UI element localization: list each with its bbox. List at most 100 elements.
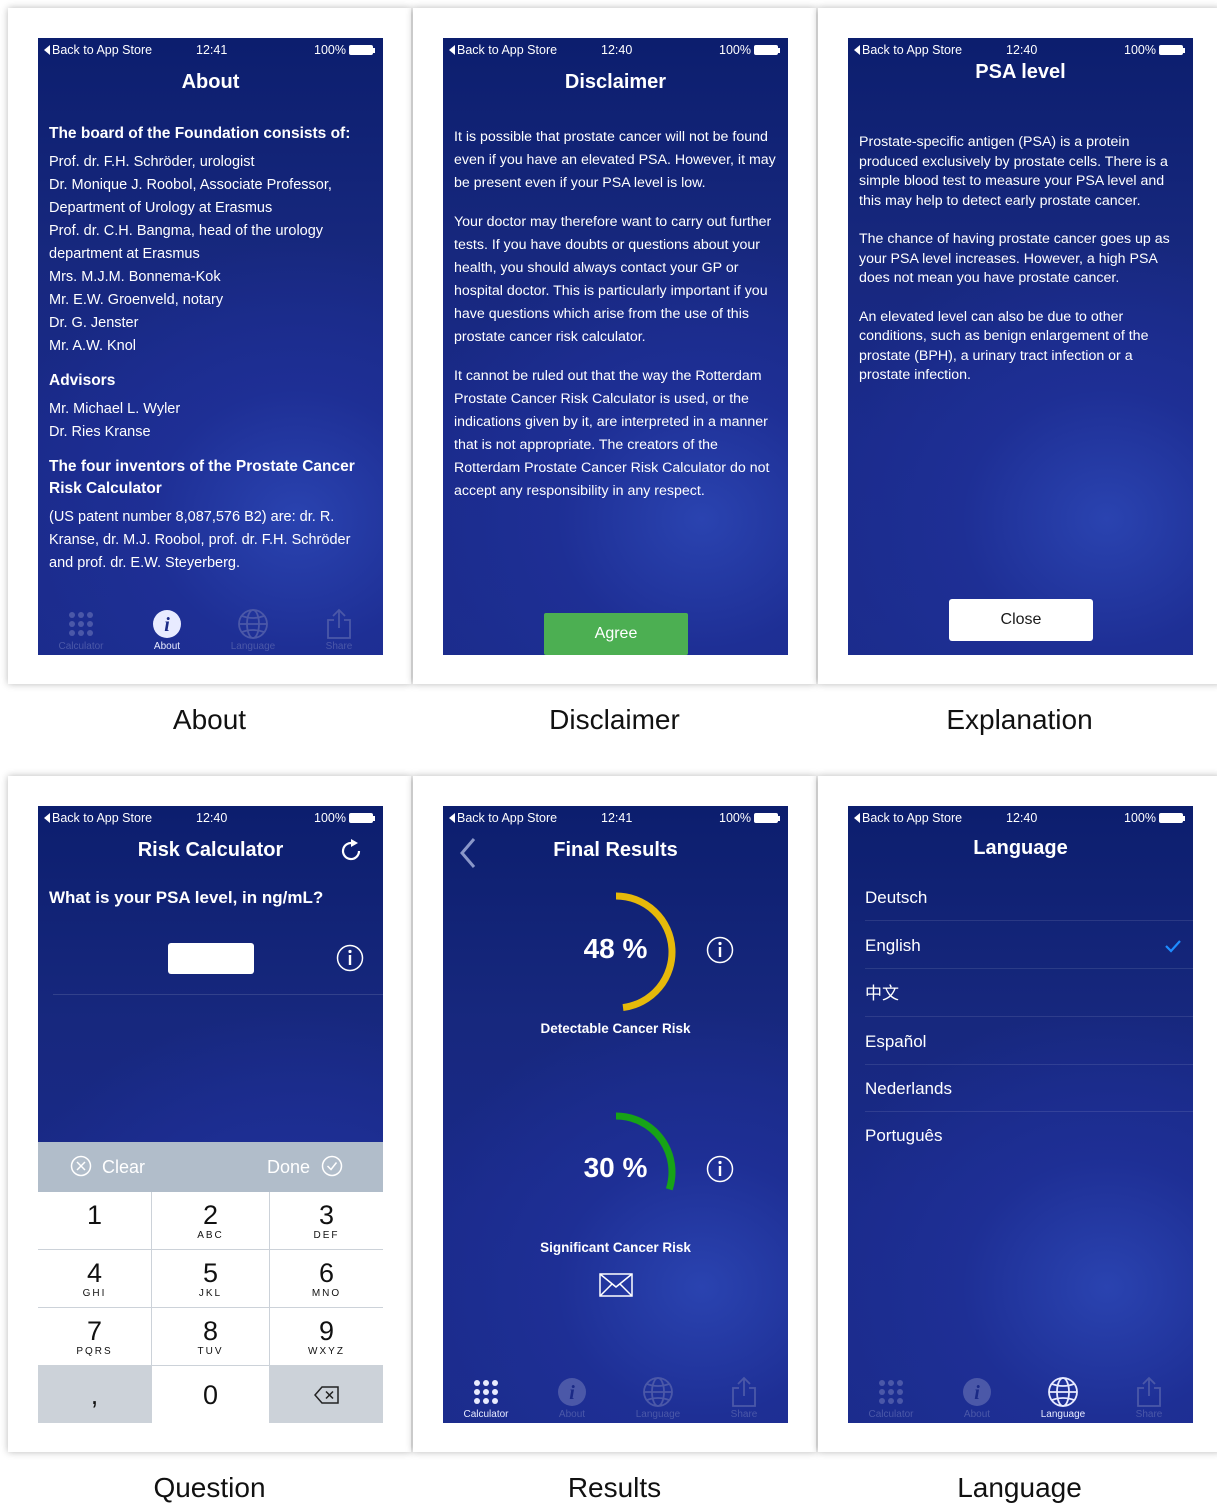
close-button[interactable]: Close bbox=[949, 599, 1093, 641]
key-6[interactable]: 6 MNO bbox=[270, 1250, 383, 1307]
info-icon[interactable] bbox=[706, 1155, 734, 1183]
tab-share[interactable]: Share bbox=[296, 607, 382, 652]
status-time: 12:41 bbox=[196, 43, 228, 57]
disclaimer-paragraph: Your doctor may therefore want to carry … bbox=[454, 214, 772, 345]
caption-disclaimer: Disclaimer bbox=[549, 704, 680, 735]
status-bar: Back to App Store 12:41 100% bbox=[443, 806, 788, 828]
board-heading: The board of the Foundation consists of: bbox=[49, 125, 351, 142]
page-title: Final Results bbox=[553, 839, 678, 861]
tab-calculator[interactable]: Calculator bbox=[848, 1375, 934, 1420]
language-option[interactable]: Deutsch bbox=[865, 874, 1193, 921]
battery-indicator: 100% bbox=[314, 811, 375, 825]
mail-icon[interactable] bbox=[599, 1273, 633, 1297]
key-2[interactable]: 2 ABC bbox=[152, 1192, 269, 1249]
clear-icon bbox=[70, 1155, 92, 1177]
reset-icon[interactable] bbox=[338, 838, 364, 864]
info-icon: i bbox=[963, 1378, 991, 1406]
results-screen: Back to App Store 12:41 100% Final Resul… bbox=[443, 806, 788, 1423]
key-7[interactable]: 7 PQRS bbox=[38, 1308, 151, 1365]
battery-icon bbox=[349, 45, 373, 55]
numeric-keypad: 1 2 ABC 3 DEF 4 GHI 5 JKL 6 MNO 7 PQRS 8 TUV 9W… bbox=[38, 1192, 383, 1423]
language-option[interactable]: Nederlands bbox=[865, 1065, 1193, 1112]
key-4[interactable]: 4 GHI bbox=[38, 1250, 151, 1307]
disclaimer-paragraph: It cannot be ruled out that the way the … bbox=[454, 368, 770, 499]
key-3[interactable]: 3 DEF bbox=[270, 1192, 383, 1249]
clear-button[interactable]: Clear bbox=[70, 1155, 145, 1178]
tab-share[interactable]: Share bbox=[1106, 1375, 1192, 1420]
grid-icon bbox=[69, 612, 93, 636]
back-arrow-icon bbox=[44, 45, 50, 55]
back-to-app-store-link[interactable]: Back to App Store bbox=[854, 811, 962, 825]
board-member: Mr. E.W. Groenveld, notary bbox=[49, 292, 224, 308]
tab-language[interactable]: Language bbox=[1020, 1375, 1106, 1420]
key-0[interactable]: 0 bbox=[152, 1366, 269, 1423]
disclaimer-card: Back to App Store 12:40 100% Disclaimer … bbox=[413, 8, 816, 684]
agree-button[interactable]: Agree bbox=[544, 613, 688, 655]
battery-icon bbox=[754, 813, 778, 823]
back-to-app-store-link[interactable]: Back to App Store bbox=[449, 43, 557, 57]
key-9[interactable]: 9 WXYZ bbox=[270, 1308, 383, 1365]
tab-language[interactable]: Language bbox=[615, 1375, 701, 1420]
board-member: Dr. Monique J. Roobol, Associate Profess… bbox=[49, 177, 332, 193]
status-bar: Back to App Store 12:40 100% bbox=[38, 806, 383, 828]
info-icon[interactable] bbox=[706, 936, 734, 964]
disclaimer-paragraph: It is possible that prostate cancer will… bbox=[454, 129, 776, 191]
tab-about[interactable]: i About bbox=[934, 1375, 1020, 1420]
share-icon bbox=[327, 608, 351, 639]
battery-icon bbox=[1159, 45, 1183, 55]
back-to-app-store-link[interactable]: Back to App Store bbox=[854, 43, 962, 57]
language-option[interactable]: Português bbox=[865, 1112, 1193, 1159]
about-card: Back to App Store 12:41 100% About The b… bbox=[8, 8, 411, 684]
battery-icon bbox=[1159, 813, 1183, 823]
tab-about[interactable]: i About bbox=[529, 1375, 615, 1420]
info-icon[interactable] bbox=[336, 944, 364, 972]
language-option[interactable]: Español bbox=[865, 1018, 1193, 1065]
info-icon: i bbox=[153, 610, 181, 638]
backspace-key[interactable] bbox=[270, 1366, 383, 1423]
page-title: Disclaimer bbox=[564, 71, 667, 93]
key-comma[interactable]: , bbox=[38, 1366, 151, 1423]
key-1[interactable]: 1 bbox=[38, 1192, 151, 1249]
board-member: Mr. A.W. Knol bbox=[49, 338, 137, 354]
tab-share[interactable]: Share bbox=[701, 1375, 787, 1420]
battery-indicator: 100% bbox=[1124, 43, 1185, 57]
board-member: Department of Urology at Erasmus bbox=[49, 200, 273, 216]
about-screen: Back to App Store 12:41 100% About The b… bbox=[38, 38, 383, 655]
tab-calculator[interactable]: Calculator bbox=[38, 607, 124, 652]
globe-icon bbox=[1048, 1377, 1078, 1407]
tab-about[interactable]: i About bbox=[124, 607, 210, 652]
back-to-app-store-link[interactable]: Back to App Store bbox=[44, 43, 152, 57]
page-title: Risk Calculator bbox=[137, 839, 284, 861]
tab-bar: Calculator i About Language Share bbox=[848, 1371, 1193, 1423]
svg-text:i: i bbox=[974, 1382, 980, 1404]
explanation-paragraph: The chance of having prostate cancer goe… bbox=[859, 231, 1170, 286]
back-to-app-store-link[interactable]: Back to App Store bbox=[44, 811, 152, 825]
grid-icon bbox=[474, 1380, 498, 1404]
status-time: 12:40 bbox=[1006, 43, 1038, 57]
divider bbox=[53, 994, 383, 995]
page-title: PSA level bbox=[975, 61, 1066, 83]
disclaimer-content: It is possible that prostate cancer will… bbox=[454, 126, 778, 503]
language-option[interactable]: English bbox=[865, 922, 1193, 969]
board-member: Dr. G. Jenster bbox=[49, 315, 139, 331]
status-bar: Back to App Store 12:40 100% bbox=[848, 38, 1193, 60]
psa-input[interactable] bbox=[168, 943, 254, 974]
key-5[interactable]: 5 JKL bbox=[152, 1250, 269, 1307]
disclaimer-screen: Back to App Store 12:40 100% Disclaimer … bbox=[443, 38, 788, 655]
page-title: About bbox=[181, 71, 240, 93]
tab-bar: Calculator i About Language Share bbox=[443, 1371, 788, 1423]
battery-indicator: 100% bbox=[1124, 811, 1185, 825]
back-arrow-icon bbox=[449, 813, 455, 823]
battery-icon bbox=[754, 45, 778, 55]
status-bar: Back to App Store 12:41 100% bbox=[38, 38, 383, 60]
advisors-heading: Advisors bbox=[49, 372, 116, 389]
language-option[interactable]: 中文 bbox=[865, 970, 1193, 1017]
about-content: The board of the Foundation consists of:… bbox=[49, 123, 373, 575]
done-button[interactable]: Done bbox=[267, 1155, 343, 1178]
back-to-app-store-link[interactable]: Back to App Store bbox=[449, 811, 557, 825]
board-member: department at Erasmus bbox=[49, 246, 200, 262]
key-8[interactable]: 8 TUV bbox=[152, 1308, 269, 1365]
tab-language[interactable]: Language bbox=[210, 607, 296, 652]
tab-calculator[interactable]: Calculator bbox=[443, 1375, 529, 1420]
keypad-toolbar: Clear Done bbox=[38, 1142, 383, 1192]
